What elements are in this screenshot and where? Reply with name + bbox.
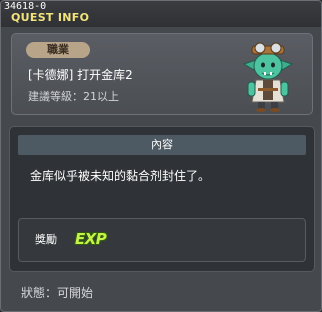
quest-status: 狀態：可開始 xyxy=(21,286,94,300)
npc-goblin-portrait-icon xyxy=(242,42,294,112)
reward-label: 獎勵 xyxy=(35,233,57,246)
quest-info-window: 34618-0 QUEST INFO 職業 [卡德娜] 打开金库2 建議等級：2… xyxy=(0,0,322,312)
reward-row: 獎勵 EXP xyxy=(18,218,306,262)
content-panel: 內容 金库似乎被未知的黏合剂封住了。 獎勵 EXP xyxy=(9,126,315,272)
quest-level: 建議等級：21以上 xyxy=(28,90,119,103)
exp-icon: EXP xyxy=(75,230,107,248)
window-title: QUEST INFO xyxy=(11,11,90,24)
quest-summary-panel: 職業 [卡德娜] 打开金库2 建議等級：21以上 xyxy=(11,33,313,115)
quest-name: [卡德娜] 打开金库2 xyxy=(28,68,133,82)
title-bar[interactable]: 34618-0 QUEST INFO xyxy=(1,1,321,27)
content-header: 內容 xyxy=(18,135,306,155)
quest-description: 金库似乎被未知的黏合剂封住了。 xyxy=(30,169,211,183)
job-badge: 職業 xyxy=(26,42,90,58)
